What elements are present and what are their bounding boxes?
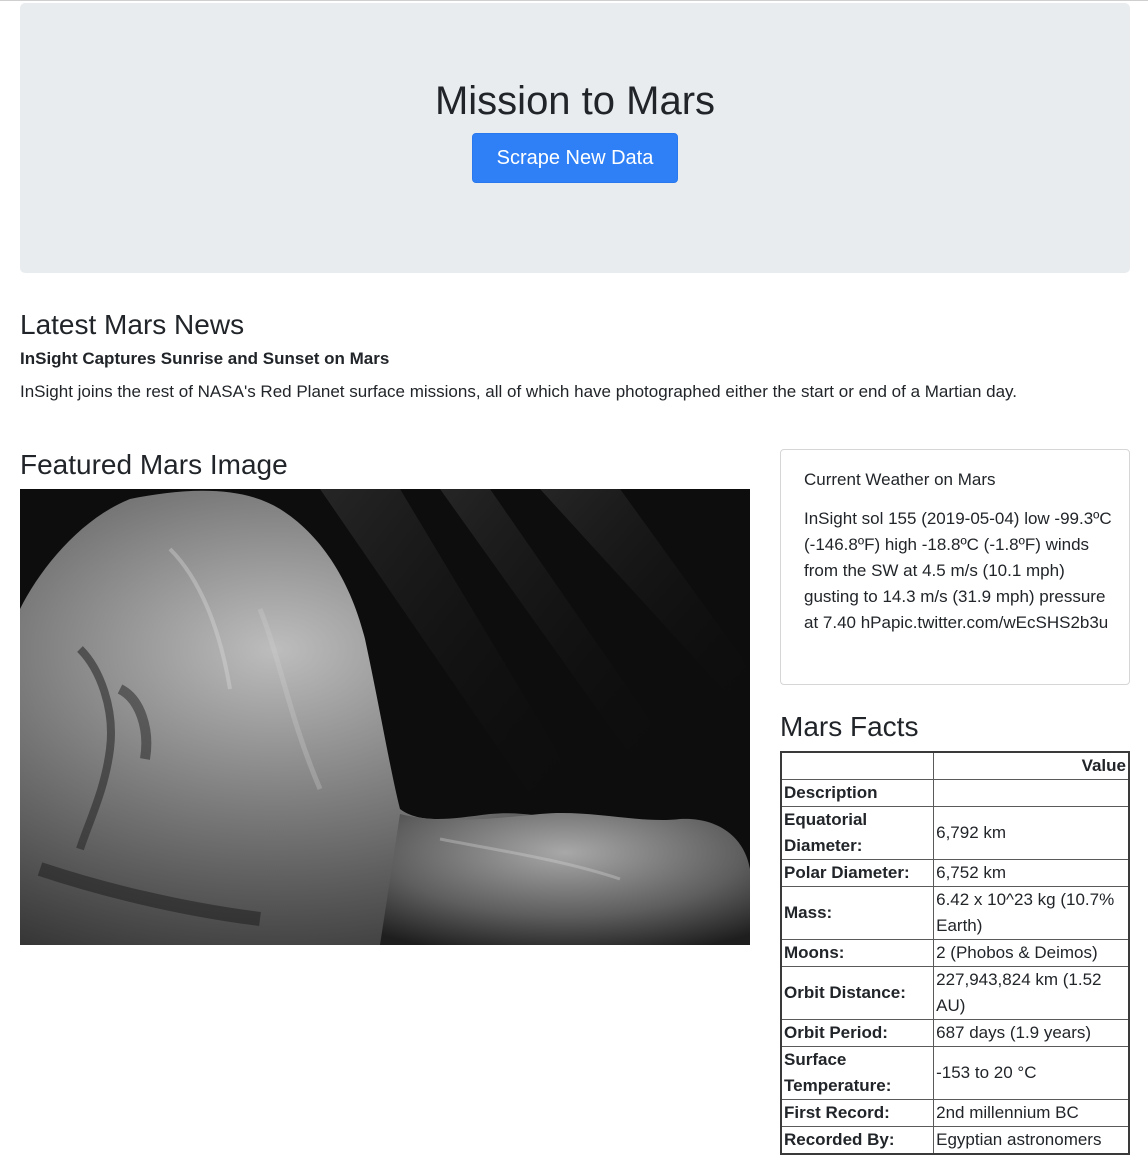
table-row: Surface Temperature: -153 to 20 °C [780,1046,1130,1100]
facts-header-description: Description [780,779,935,807]
fact-label: Equatorial Diameter: [780,806,935,860]
page: Mission to Mars Scrape New Data Latest M… [0,0,1148,1168]
table-row: Moons: 2 (Phobos & Deimos) [780,939,1130,967]
fact-label: First Record: [780,1099,935,1127]
fact-label: Mass: [780,886,935,940]
fact-value: 6,752 km [933,859,1130,887]
fact-value: Egyptian astronomers [933,1126,1130,1155]
facts-header-blank [780,751,935,780]
facts-header-row-2: Description [780,779,1130,807]
table-row: Orbit Distance: 227,943,824 km (1.52 AU) [780,966,1130,1020]
fact-label: Moons: [780,939,935,967]
table-row: Recorded By: Egyptian astronomers [780,1126,1130,1155]
weather-report: InSight sol 155 (2019-05-04) low -99.3ºC… [804,509,1112,632]
table-row: Equatorial Diameter: 6,792 km [780,806,1130,860]
news-teaser: InSight joins the rest of NASA's Red Pla… [20,382,1018,401]
news-headline: InSight Captures Sunrise and Sunset on M… [20,349,390,368]
scrape-new-data-button[interactable]: Scrape New Data [472,133,678,183]
facts-header-value: Value [933,751,1130,780]
fact-label: Polar Diameter: [780,859,935,887]
featured-image-title: Featured Mars Image [20,449,288,480]
featured-mars-image [20,489,750,945]
fact-label: Recorded By: [780,1126,935,1155]
fact-value: 6.42 x 10^23 kg (10.7% Earth) [933,886,1130,940]
mars-facts-table: Value Description Equatorial Diameter: 6… [780,751,1130,1155]
facts-header-row: Value [780,751,1130,780]
facts-header-blank-2 [933,779,1130,807]
weather-card-title: Current Weather on Mars [804,470,996,489]
fact-value: 2nd millennium BC [933,1099,1130,1127]
table-row: First Record: 2nd millennium BC [780,1099,1130,1127]
fact-label: Orbit Period: [780,1019,935,1047]
fact-value: 2 (Phobos & Deimos) [933,939,1130,967]
fact-value: 227,943,824 km (1.52 AU) [933,966,1130,1020]
header-jumbotron: Mission to Mars Scrape New Data [20,3,1130,273]
fact-value: 6,792 km [933,806,1130,860]
table-row: Orbit Period: 687 days (1.9 years) [780,1019,1130,1047]
fact-value: -153 to 20 °C [933,1046,1130,1100]
page-title: Mission to Mars [434,79,716,123]
news-section-title: Latest Mars News [20,309,245,340]
comet-photo-illustration [20,489,750,945]
table-row: Mass: 6.42 x 10^23 kg (10.7% Earth) [780,886,1130,940]
fact-label: Orbit Distance: [780,966,935,1020]
fact-label: Surface Temperature: [780,1046,935,1100]
mars-facts-title: Mars Facts [780,711,919,742]
weather-card: Current Weather on Mars InSight sol 155 … [780,449,1130,685]
fact-value: 687 days (1.9 years) [933,1019,1130,1047]
table-row: Polar Diameter: 6,752 km [780,859,1130,887]
